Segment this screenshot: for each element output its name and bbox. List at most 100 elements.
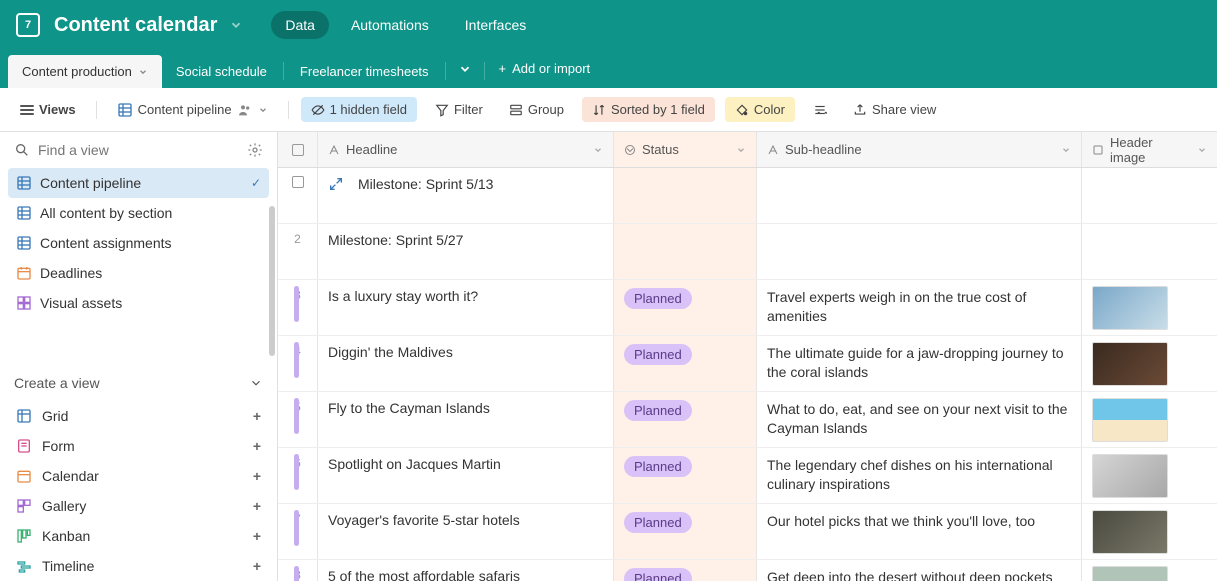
image-thumbnail[interactable]	[1092, 510, 1168, 554]
filter-button[interactable]: Filter	[427, 97, 491, 122]
header-image-cell[interactable]	[1082, 392, 1217, 447]
headline-cell[interactable]: Spotlight on Jacques Martin	[318, 448, 614, 503]
create-kanban[interactable]: Kanban +	[8, 521, 269, 551]
column-headline[interactable]: Headline	[318, 132, 614, 167]
header-image-cell[interactable]	[1082, 504, 1217, 559]
sub-headline-cell[interactable]: The ultimate guide for a jaw-dropping jo…	[757, 336, 1082, 391]
header-image-cell[interactable]	[1082, 280, 1217, 335]
sub-headline-cell[interactable]: Travel experts weigh in on the true cost…	[757, 280, 1082, 335]
sort-button[interactable]: Sorted by 1 field	[582, 97, 715, 122]
table-row[interactable]: 6Spotlight on Jacques MartinPlannedThe l…	[278, 448, 1217, 504]
expand-icon[interactable]	[328, 176, 344, 192]
image-thumbnail[interactable]	[1092, 342, 1168, 386]
headline-cell[interactable]: Milestone: Sprint 5/13	[318, 168, 614, 223]
view-item-visual-assets[interactable]: Visual assets	[8, 288, 269, 318]
app-title[interactable]: Content calendar	[54, 14, 217, 37]
row-checkbox[interactable]	[292, 176, 304, 188]
create-calendar[interactable]: Calendar +	[8, 461, 269, 491]
row-number-cell[interactable]	[278, 168, 318, 223]
color-button[interactable]: Color	[725, 97, 795, 122]
status-cell[interactable]	[614, 168, 757, 223]
image-thumbnail[interactable]	[1092, 286, 1168, 330]
sub-headline-cell[interactable]	[757, 224, 1082, 279]
view-item-content-assignments[interactable]: Content assignments	[8, 228, 269, 258]
chevron-down-icon[interactable]	[736, 145, 746, 155]
app-menu-chevron[interactable]	[229, 18, 243, 32]
header-image-cell[interactable]	[1082, 448, 1217, 503]
add-or-import-button[interactable]: + Add or import	[487, 53, 603, 84]
tab-data[interactable]: Data	[271, 11, 329, 39]
image-thumbnail[interactable]	[1092, 566, 1168, 581]
view-name-button[interactable]: Content pipeline	[109, 97, 276, 123]
headline-cell[interactable]: 5 of the most affordable safaris	[318, 560, 614, 581]
headline-cell[interactable]: Milestone: Sprint 5/27	[318, 224, 614, 279]
chevron-down-icon[interactable]	[138, 67, 148, 77]
text-icon	[328, 144, 340, 156]
status-cell[interactable]: Planned	[614, 504, 757, 559]
table-row[interactable]: 85 of the most affordable safarisPlanned…	[278, 560, 1217, 581]
find-view-input[interactable]	[38, 142, 239, 158]
header-image-cell[interactable]	[1082, 336, 1217, 391]
status-cell[interactable]: Planned	[614, 336, 757, 391]
views-button[interactable]: Views	[12, 97, 84, 122]
table-row[interactable]: 4Diggin' the MaldivesPlannedThe ultimate…	[278, 336, 1217, 392]
status-cell[interactable]: Planned	[614, 280, 757, 335]
column-sub-headline[interactable]: Sub-headline	[757, 132, 1082, 167]
view-item-content-pipeline[interactable]: Content pipeline ✓	[8, 168, 269, 198]
view-item-deadlines[interactable]: Deadlines	[8, 258, 269, 288]
grid-body[interactable]: Milestone: Sprint 5/132Milestone: Sprint…	[278, 168, 1217, 581]
header-image-cell[interactable]	[1082, 168, 1217, 223]
column-header-image[interactable]: Header image	[1082, 132, 1217, 167]
create-form[interactable]: Form +	[8, 431, 269, 461]
group-button[interactable]: Group	[501, 97, 572, 122]
headline-cell[interactable]: Diggin' the Maldives	[318, 336, 614, 391]
sub-headline-cell[interactable]: Get deep into the desert without deep po…	[757, 560, 1082, 581]
header-image-cell[interactable]	[1082, 224, 1217, 279]
status-cell[interactable]: Planned	[614, 448, 757, 503]
chevron-down-icon[interactable]	[1061, 145, 1071, 155]
table-tab-content-production[interactable]: Content production	[8, 55, 162, 88]
row-number-cell[interactable]: 2	[278, 224, 318, 279]
tab-automations[interactable]: Automations	[337, 11, 443, 39]
column-status[interactable]: Status	[614, 132, 757, 167]
table-row[interactable]: Milestone: Sprint 5/13	[278, 168, 1217, 224]
row-height-button[interactable]	[805, 98, 835, 122]
table-tab-social-schedule[interactable]: Social schedule	[162, 55, 281, 88]
sub-headline-cell[interactable]: Our hotel picks that we think you'll lov…	[757, 504, 1082, 559]
hidden-fields-button[interactable]: 1 hidden field	[301, 97, 417, 122]
sidebar-scrollbar[interactable]	[269, 206, 275, 356]
chevron-down-icon[interactable]	[1197, 145, 1207, 155]
table-tab-freelancer-timesheets[interactable]: Freelancer timesheets	[286, 55, 443, 88]
chevron-down-icon[interactable]	[593, 145, 603, 155]
table-row[interactable]: 5Fly to the Cayman IslandsPlannedWhat to…	[278, 392, 1217, 448]
table-row[interactable]: 7Voyager's favorite 5-star hotelsPlanned…	[278, 504, 1217, 560]
headline-cell[interactable]: Fly to the Cayman Islands	[318, 392, 614, 447]
more-tabs-button[interactable]	[448, 54, 482, 84]
create-view-toggle[interactable]: Create a view	[0, 361, 277, 401]
gear-icon[interactable]	[247, 142, 263, 158]
tab-interfaces[interactable]: Interfaces	[451, 11, 540, 39]
sub-headline-cell[interactable]: The legendary chef dishes on his interna…	[757, 448, 1082, 503]
headline-cell[interactable]: Is a luxury stay worth it?	[318, 280, 614, 335]
image-thumbnail[interactable]	[1092, 398, 1168, 442]
status-cell[interactable]	[614, 224, 757, 279]
headline-cell[interactable]: Voyager's favorite 5-star hotels	[318, 504, 614, 559]
sub-headline-cell[interactable]: What to do, eat, and see on your next vi…	[757, 392, 1082, 447]
status-cell[interactable]: Planned	[614, 392, 757, 447]
chevron-down-icon[interactable]	[258, 105, 268, 115]
collaborators-icon[interactable]	[237, 102, 253, 118]
status-cell[interactable]: Planned	[614, 560, 757, 581]
image-thumbnail[interactable]	[1092, 454, 1168, 498]
create-view-label: Create a view	[14, 375, 100, 391]
view-item-all-content[interactable]: All content by section	[8, 198, 269, 228]
sub-headline-cell[interactable]	[757, 168, 1082, 223]
header-checkbox-cell[interactable]	[278, 132, 318, 167]
table-row[interactable]: 3Is a luxury stay worth it?PlannedTravel…	[278, 280, 1217, 336]
share-view-button[interactable]: Share view	[845, 97, 944, 122]
create-grid[interactable]: Grid +	[8, 401, 269, 431]
create-timeline[interactable]: Timeline +	[8, 551, 269, 581]
checkbox-icon[interactable]	[292, 144, 304, 156]
create-gallery[interactable]: Gallery +	[8, 491, 269, 521]
table-row[interactable]: 2Milestone: Sprint 5/27	[278, 224, 1217, 280]
header-image-cell[interactable]	[1082, 560, 1217, 581]
